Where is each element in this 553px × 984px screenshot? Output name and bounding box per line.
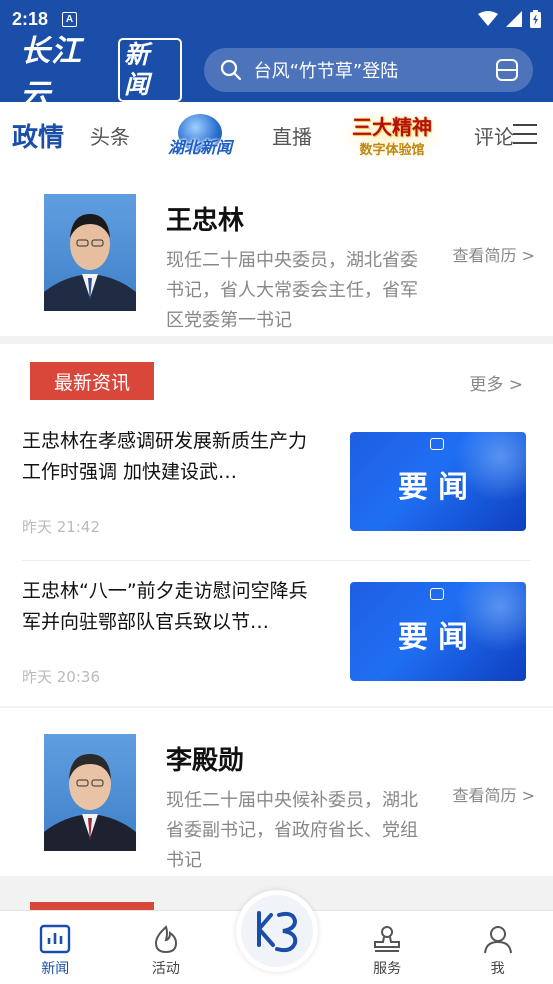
- search-placeholder: 台风“竹节草”登陆: [253, 61, 399, 82]
- nav-me[interactable]: 我: [442, 911, 553, 984]
- sanda-jingshen-logo: 三大精神 数字体验馆: [338, 107, 447, 163]
- view-resume-link[interactable]: 查看简历 >: [453, 782, 536, 806]
- news-item[interactable]: 王忠林在孝感调研发展新质生产力工作时强调 加快建设武… 昨天 21:42 要闻: [0, 410, 553, 558]
- tab-sanda-jingshen[interactable]: 三大精神 数字体验馆: [338, 107, 447, 163]
- leader-portrait: [44, 194, 136, 311]
- nav-news[interactable]: 新闻: [0, 911, 111, 984]
- logo-text: 长江云: [20, 34, 82, 113]
- leader-description: 现任二十届中央候补委员，湖北省委副书记，省政府省长、党组书记: [166, 790, 418, 871]
- leader-name: 王忠林: [166, 206, 245, 236]
- signal-icon: [506, 11, 522, 27]
- tab-pinglun[interactable]: 评论: [474, 121, 514, 150]
- nav-service-label: 服务: [373, 961, 402, 977]
- nav-news-label: 新闻: [41, 961, 70, 977]
- wifi-icon: [478, 11, 498, 26]
- search-icon: [220, 59, 241, 81]
- hubei-news-logo: 湖北新闻: [156, 112, 244, 158]
- tab-zhengqing[interactable]: 政情: [12, 117, 64, 154]
- app-header: 长江云 新闻 台风“竹节草”登陆: [0, 34, 553, 113]
- news-item[interactable]: 王忠林“八一”前夕走访慰问空降兵军并向驻鄂部队官兵致以节… 昨天 20:36 要…: [0, 560, 553, 708]
- battery-icon: [530, 10, 541, 28]
- status-icons: [478, 10, 541, 28]
- leader-card[interactable]: 李殿勋 现任二十届中央候补委员，湖北省委副书记，省政府省长、党组书记 查看简历 …: [0, 708, 553, 876]
- center-logo-button[interactable]: [236, 890, 318, 972]
- tab-zhibo[interactable]: 直播: [272, 121, 312, 150]
- news-thumbnail: 要闻: [350, 432, 526, 531]
- news-title: 王忠林“八一”前夕走访慰问空降兵军并向驻鄂部队官兵致以节…: [22, 580, 308, 633]
- stamp-icon: [374, 926, 401, 952]
- app-logo[interactable]: 长江云 新闻: [20, 26, 182, 114]
- view-resume-link[interactable]: 查看简历 >: [453, 242, 536, 266]
- news-time: 昨天 21:42: [22, 518, 100, 536]
- thumbnail-label: 要闻: [398, 620, 478, 655]
- mini-logo-icon: [430, 438, 444, 450]
- mini-logo-icon: [430, 588, 444, 600]
- nav-me-label: 我: [490, 961, 505, 977]
- search-bar[interactable]: 台风“竹节草”登陆: [203, 48, 533, 92]
- person-icon: [483, 926, 512, 954]
- channel-tabs: 政情 头条 湖北新闻 直播 三大精神 数字体验馆 评论: [0, 102, 553, 168]
- leader-portrait: [44, 734, 136, 851]
- leader-description: 现任二十届中央委员，湖北省委书记，省人大常委会主任，省军区党委第一书记: [166, 250, 418, 331]
- latest-news-badge: 最新资讯: [30, 362, 154, 400]
- hubei-news-text: 湖北新闻: [168, 138, 233, 157]
- leader-card[interactable]: 王忠林 现任二十届中央委员，湖北省委书记，省人大常委会主任，省军区党委第一书记 …: [0, 168, 553, 336]
- nav-activity-label: 活动: [151, 961, 180, 977]
- news-thumbnail: 要闻: [350, 582, 526, 681]
- sanda-title: 三大精神: [352, 115, 433, 139]
- changjiang-hao-icon: [241, 895, 313, 967]
- tab-toutiao[interactable]: 头条: [90, 121, 130, 150]
- logo-box-text: 新闻: [118, 38, 182, 102]
- nav-activity[interactable]: 活动: [111, 911, 222, 984]
- thumbnail-label: 要闻: [398, 470, 478, 505]
- news-title: 王忠林在孝感调研发展新质生产力工作时强调 加快建设武…: [22, 430, 308, 483]
- top-bar: 2:18 A 长江云 新闻 台风“竹节草”登陆: [0, 0, 553, 113]
- news-time: 昨天 20:36: [22, 668, 100, 686]
- nav-service[interactable]: 服务: [332, 911, 443, 984]
- sanda-subtitle: 数字体验馆: [359, 143, 425, 158]
- tab-hubei-news[interactable]: 湖北新闻: [156, 112, 244, 158]
- news-chart-icon: [40, 924, 71, 954]
- scan-icon[interactable]: [495, 58, 519, 82]
- more-link[interactable]: 更多 >: [469, 370, 523, 395]
- channel-menu-icon[interactable]: [513, 124, 537, 144]
- latest-news-section: 最新资讯 更多 > 王忠林在孝感调研发展新质生产力工作时强调 加快建设武… 昨天…: [0, 344, 553, 706]
- leader-name: 李殿勋: [166, 746, 245, 776]
- flame-icon: [154, 925, 177, 954]
- notification-a-icon: A: [62, 11, 78, 27]
